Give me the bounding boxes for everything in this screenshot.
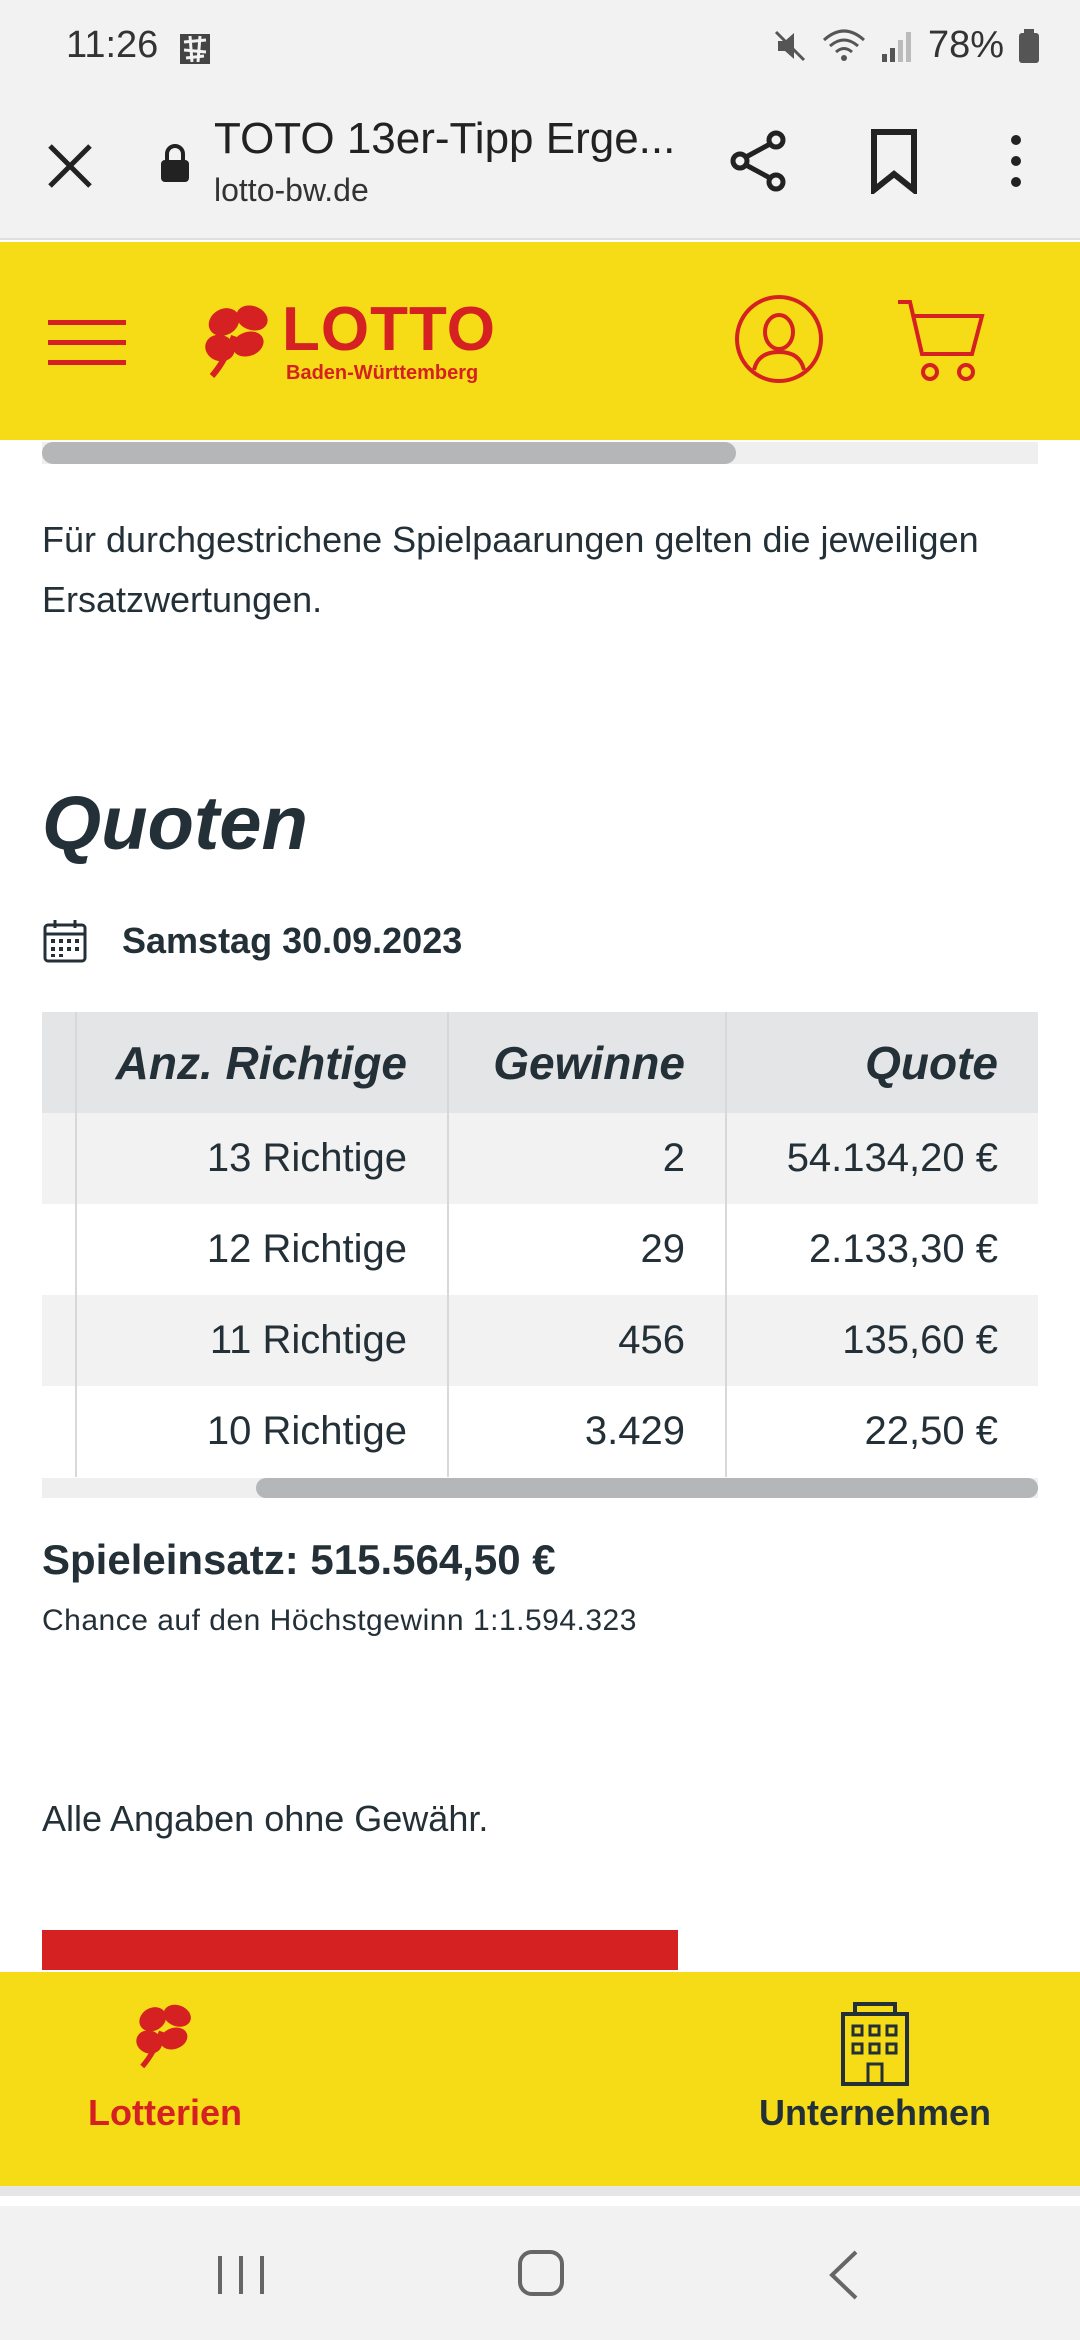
cell-richtige: 13 Richtige	[76, 1113, 449, 1204]
quoten-table: Anz. Richtige Gewinne Quote 13 Richtige …	[42, 1012, 1038, 1477]
table-row: 10 Richtige 3.429 22,50 €	[42, 1386, 1038, 1477]
notification-icon	[180, 34, 210, 64]
calendar-icon	[43, 920, 87, 963]
cell-quote: 22,50 €	[864, 1409, 998, 1453]
table-header-spacer	[42, 1012, 77, 1113]
quoten-heading: Quoten	[42, 781, 308, 866]
cell-gewinne: 3.429	[448, 1386, 727, 1477]
more-menu-icon[interactable]	[1000, 128, 1032, 194]
browser-toolbar: TOTO 13er-Tipp Erge... lotto-bw.de	[0, 100, 1080, 240]
cell-richtige: 12 Richtige	[76, 1204, 449, 1295]
bottom-navigation: Lotterien Unternehmen	[0, 1972, 1080, 2196]
home-icon[interactable]	[516, 2248, 566, 2298]
header-quote: Quote	[726, 1012, 1038, 1113]
battery-icon	[1019, 28, 1039, 63]
recent-apps-icon[interactable]	[214, 2252, 268, 2298]
quoten-table-container[interactable]: Anz. Richtige Gewinne Quote 13 Richtige …	[42, 1012, 1038, 1488]
nav-lotterien-label: Lotterien	[87, 2092, 242, 2133]
cell-richtige: 11 Richtige	[76, 1295, 449, 1386]
cell-quote: 2.133,30 €	[808, 1227, 998, 1271]
logo-subtitle: Baden-Württemberg	[286, 362, 479, 384]
cell-quote: 135,60 €	[726, 1295, 1038, 1386]
row-spacer	[42, 1113, 77, 1204]
table-row: 11 Richtige 456 135,60 €	[42, 1295, 1038, 1386]
spieleinsatz: Spieleinsatz: 515.564,50 €	[42, 1536, 556, 1583]
logo-wordmark: LOTTO	[282, 295, 496, 364]
cell-gewinne: 29	[448, 1204, 727, 1295]
hamburger-menu-icon[interactable]	[46, 310, 128, 370]
page-url[interactable]: lotto-bw.de	[214, 172, 369, 209]
row-spacer	[42, 1386, 77, 1477]
table-header-row: Anz. Richtige Gewinne Quote	[42, 1012, 1038, 1113]
lock-icon	[161, 144, 189, 182]
row-spacer	[42, 1295, 77, 1386]
mute-icon	[774, 30, 805, 61]
page-title[interactable]: TOTO 13er-Tipp Erge...	[214, 114, 675, 164]
nav-unternehmen[interactable]: Unternehmen	[740, 1972, 1010, 2186]
cell-gewinne: 456	[448, 1295, 727, 1386]
table-row: 13 Richtige 2 54.134,20 €	[42, 1113, 1038, 1204]
clover-icon	[136, 2004, 191, 2069]
replacement-note: Für durchgestrichene Spielpaarungen gelt…	[42, 519, 979, 620]
battery-percent: 78%	[927, 24, 1004, 66]
share-icon[interactable]	[726, 128, 792, 194]
nav-unternehmen-label: Unternehmen	[758, 2092, 992, 2133]
clover-logo-icon	[205, 305, 268, 378]
jackpot-chance: Chance auf den Höchstgewinn 1:1.594.323	[42, 1604, 637, 1637]
site-header: LOTTO Baden-Württemberg	[0, 242, 1080, 440]
system-navigation-bar	[0, 2206, 1080, 2340]
cell-gewinne: 2	[448, 1113, 727, 1204]
disclaimer: Alle Angaben ohne Gewähr.	[42, 1798, 489, 1839]
nav-lotterien[interactable]: Lotterien	[60, 1972, 270, 2186]
cell-quote: 54.134,20 €	[726, 1113, 1038, 1204]
bookmark-icon[interactable]	[866, 128, 922, 194]
close-icon[interactable]	[40, 136, 100, 196]
header-gewinne: Gewinne	[448, 1012, 727, 1113]
horizontal-scroll-thumb-top[interactable]	[42, 442, 736, 464]
horizontal-scroll-thumb[interactable]	[256, 1478, 1038, 1498]
wifi-icon	[822, 29, 865, 61]
draw-date: Samstag 30.09.2023	[122, 920, 463, 961]
building-icon	[841, 2002, 909, 2086]
cart-icon[interactable]	[896, 294, 988, 386]
back-icon[interactable]	[826, 2248, 862, 2302]
user-account-icon[interactable]	[734, 294, 824, 384]
header-anz-richtige: Anz. Richtige	[76, 1012, 449, 1113]
table-row: 12 Richtige 29 2.133,30 €	[42, 1204, 1038, 1295]
status-time: 11:26	[66, 24, 159, 66]
signal-icon	[881, 31, 911, 62]
cell-richtige: 10 Richtige	[76, 1386, 449, 1477]
row-spacer	[42, 1204, 77, 1295]
red-action-button[interactable]	[42, 1930, 678, 1970]
draw-date-row: Samstag 30.09.2023	[42, 918, 462, 964]
status-bar: 11:26 78%	[0, 0, 1080, 100]
lotto-logo[interactable]: LOTTO Baden-Württemberg	[200, 294, 495, 404]
